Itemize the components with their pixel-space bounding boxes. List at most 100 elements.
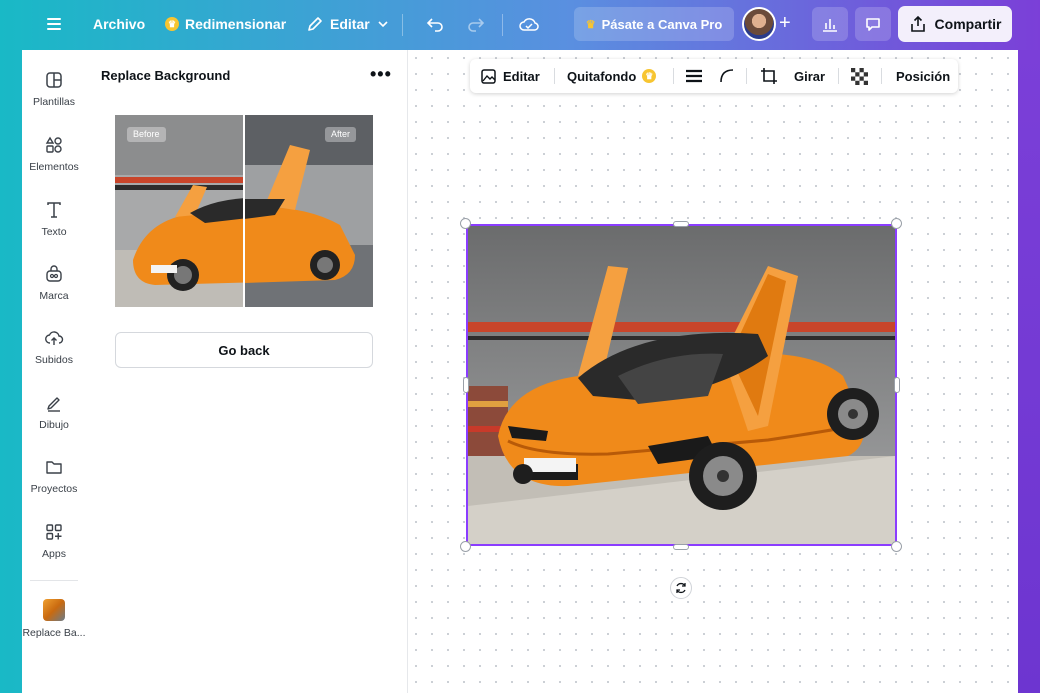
divider bbox=[746, 68, 747, 84]
more-options-icon[interactable]: ••• bbox=[370, 64, 392, 85]
go-back-button[interactable]: Go back bbox=[115, 332, 373, 368]
redo-icon[interactable] bbox=[466, 14, 486, 34]
bar-chart-icon bbox=[823, 19, 837, 32]
draw-icon bbox=[47, 397, 60, 412]
rail-item-brand[interactable]: Marca bbox=[22, 264, 86, 324]
crown-icon: ♛ bbox=[585, 18, 596, 31]
car-photo bbox=[468, 226, 895, 544]
upload-cloud-icon bbox=[45, 331, 64, 345]
top-bar: Archivo ♛ Redimensionar Editar ♛ Pásate … bbox=[0, 0, 1040, 50]
apps-icon bbox=[46, 524, 62, 540]
bg-remover-button[interactable]: Quitafondo ♛ bbox=[567, 68, 657, 84]
rail-item-text[interactable]: Texto bbox=[22, 200, 86, 260]
share-icon bbox=[910, 15, 925, 32]
chevron-down-icon bbox=[378, 21, 388, 28]
replace-background-app-icon bbox=[43, 599, 65, 621]
resize-handle-left[interactable] bbox=[463, 377, 469, 393]
divider bbox=[838, 68, 839, 84]
rail-item-replace-background[interactable]: Replace Ba... bbox=[22, 599, 86, 659]
analytics-button[interactable] bbox=[812, 7, 848, 41]
panel-title: Replace Background bbox=[101, 68, 231, 83]
edit-menu[interactable]: Editar bbox=[306, 15, 390, 33]
divider bbox=[502, 14, 503, 36]
rail-label: Elementos bbox=[29, 161, 79, 173]
file-menu[interactable]: Archivo bbox=[93, 16, 145, 32]
folder-icon bbox=[46, 461, 62, 474]
crop-icon[interactable] bbox=[760, 67, 778, 85]
rail-label: Subidos bbox=[35, 354, 73, 366]
rail-label: Apps bbox=[42, 548, 66, 560]
comment-icon bbox=[866, 18, 880, 31]
rail-label: Proyectos bbox=[30, 483, 78, 495]
cloud-sync-icon[interactable] bbox=[518, 14, 540, 34]
rail-label: Replace Ba... bbox=[22, 627, 86, 639]
design-canvas[interactable]: Editar Quitafondo ♛ Girar Posición bbox=[408, 50, 1018, 693]
resize-handle-top-right[interactable] bbox=[891, 218, 902, 229]
resize-handle-bottom-left[interactable] bbox=[460, 541, 471, 552]
divider bbox=[673, 68, 674, 84]
car-photo-after bbox=[244, 115, 373, 307]
menu-icon[interactable] bbox=[44, 14, 64, 34]
rotate-icon bbox=[676, 582, 686, 594]
border-style-icon[interactable] bbox=[686, 69, 702, 83]
pencil-icon bbox=[308, 17, 322, 31]
rail-item-apps[interactable]: Apps bbox=[22, 522, 86, 582]
rotate-handle[interactable] bbox=[670, 577, 692, 599]
rail-label: Dibujo bbox=[39, 419, 69, 431]
upgrade-pro-label: Pásate a Canva Pro bbox=[601, 16, 723, 32]
comments-button[interactable] bbox=[855, 7, 891, 41]
crown-icon: ♛ bbox=[165, 17, 179, 31]
edit-image-label: Editar bbox=[503, 68, 540, 84]
bg-remover-label: Quitafondo bbox=[567, 68, 637, 84]
edit-image-button[interactable]: Editar bbox=[480, 68, 540, 85]
upgrade-pro-button[interactable]: ♛ Pásate a Canva Pro bbox=[574, 7, 734, 41]
preview-split-handle[interactable] bbox=[243, 115, 245, 307]
replace-background-panel: Replace Background ••• Before After Go b… bbox=[86, 50, 408, 693]
file-menu-label: Archivo bbox=[93, 16, 146, 32]
rail-item-draw[interactable]: Dibujo bbox=[22, 393, 86, 453]
rail-divider bbox=[30, 580, 78, 581]
resize-handle-top[interactable] bbox=[673, 221, 689, 227]
resize-button[interactable]: ♛ Redimensionar bbox=[165, 16, 286, 32]
edit-label: Editar bbox=[330, 16, 370, 32]
right-edge-background bbox=[1018, 50, 1040, 693]
divider bbox=[554, 68, 555, 84]
resize-handle-right[interactable] bbox=[894, 377, 900, 393]
resize-handle-bottom-right[interactable] bbox=[891, 541, 902, 552]
edit-image-icon bbox=[481, 68, 496, 84]
before-label: Before bbox=[127, 127, 166, 142]
divider bbox=[402, 14, 403, 36]
selected-car-image[interactable] bbox=[466, 224, 897, 546]
rail-item-elements[interactable]: Elementos bbox=[22, 135, 86, 195]
position-label: Posición bbox=[896, 68, 951, 84]
after-label: After bbox=[325, 127, 357, 142]
before-after-preview[interactable]: Before After bbox=[115, 115, 373, 307]
rail-label: Texto bbox=[41, 226, 67, 238]
context-toolbar: Editar Quitafondo ♛ Girar Posición bbox=[470, 59, 958, 93]
undo-icon[interactable] bbox=[425, 14, 445, 34]
rail-label: Plantillas bbox=[32, 96, 76, 108]
corner-rounding-icon[interactable] bbox=[719, 68, 735, 84]
rail-item-templates[interactable]: Plantillas bbox=[22, 70, 86, 130]
left-rail: Plantillas Elementos Texto Marca Subidos… bbox=[22, 50, 86, 693]
rail-label: Marca bbox=[39, 290, 69, 302]
resize-label: Redimensionar bbox=[185, 16, 287, 32]
rail-item-projects[interactable]: Proyectos bbox=[22, 457, 86, 517]
position-button[interactable]: Posición bbox=[896, 69, 950, 84]
divider bbox=[881, 68, 882, 84]
crown-icon: ♛ bbox=[642, 69, 657, 83]
rotate-button[interactable]: Girar bbox=[794, 69, 825, 84]
templates-icon bbox=[46, 72, 62, 88]
rail-item-uploads[interactable]: Subidos bbox=[22, 328, 86, 388]
share-button[interactable]: Compartir bbox=[898, 6, 1012, 42]
rotate-label: Girar bbox=[794, 68, 826, 84]
add-collaborator-icon[interactable]: + bbox=[779, 13, 791, 33]
avatar[interactable] bbox=[742, 7, 776, 41]
brand-icon bbox=[46, 265, 62, 282]
elements-icon bbox=[45, 136, 62, 153]
resize-handle-top-left[interactable] bbox=[460, 218, 471, 229]
text-icon bbox=[47, 202, 61, 218]
transparency-icon[interactable] bbox=[851, 68, 868, 85]
resize-handle-bottom[interactable] bbox=[673, 544, 689, 550]
share-label: Compartir bbox=[934, 16, 1002, 32]
